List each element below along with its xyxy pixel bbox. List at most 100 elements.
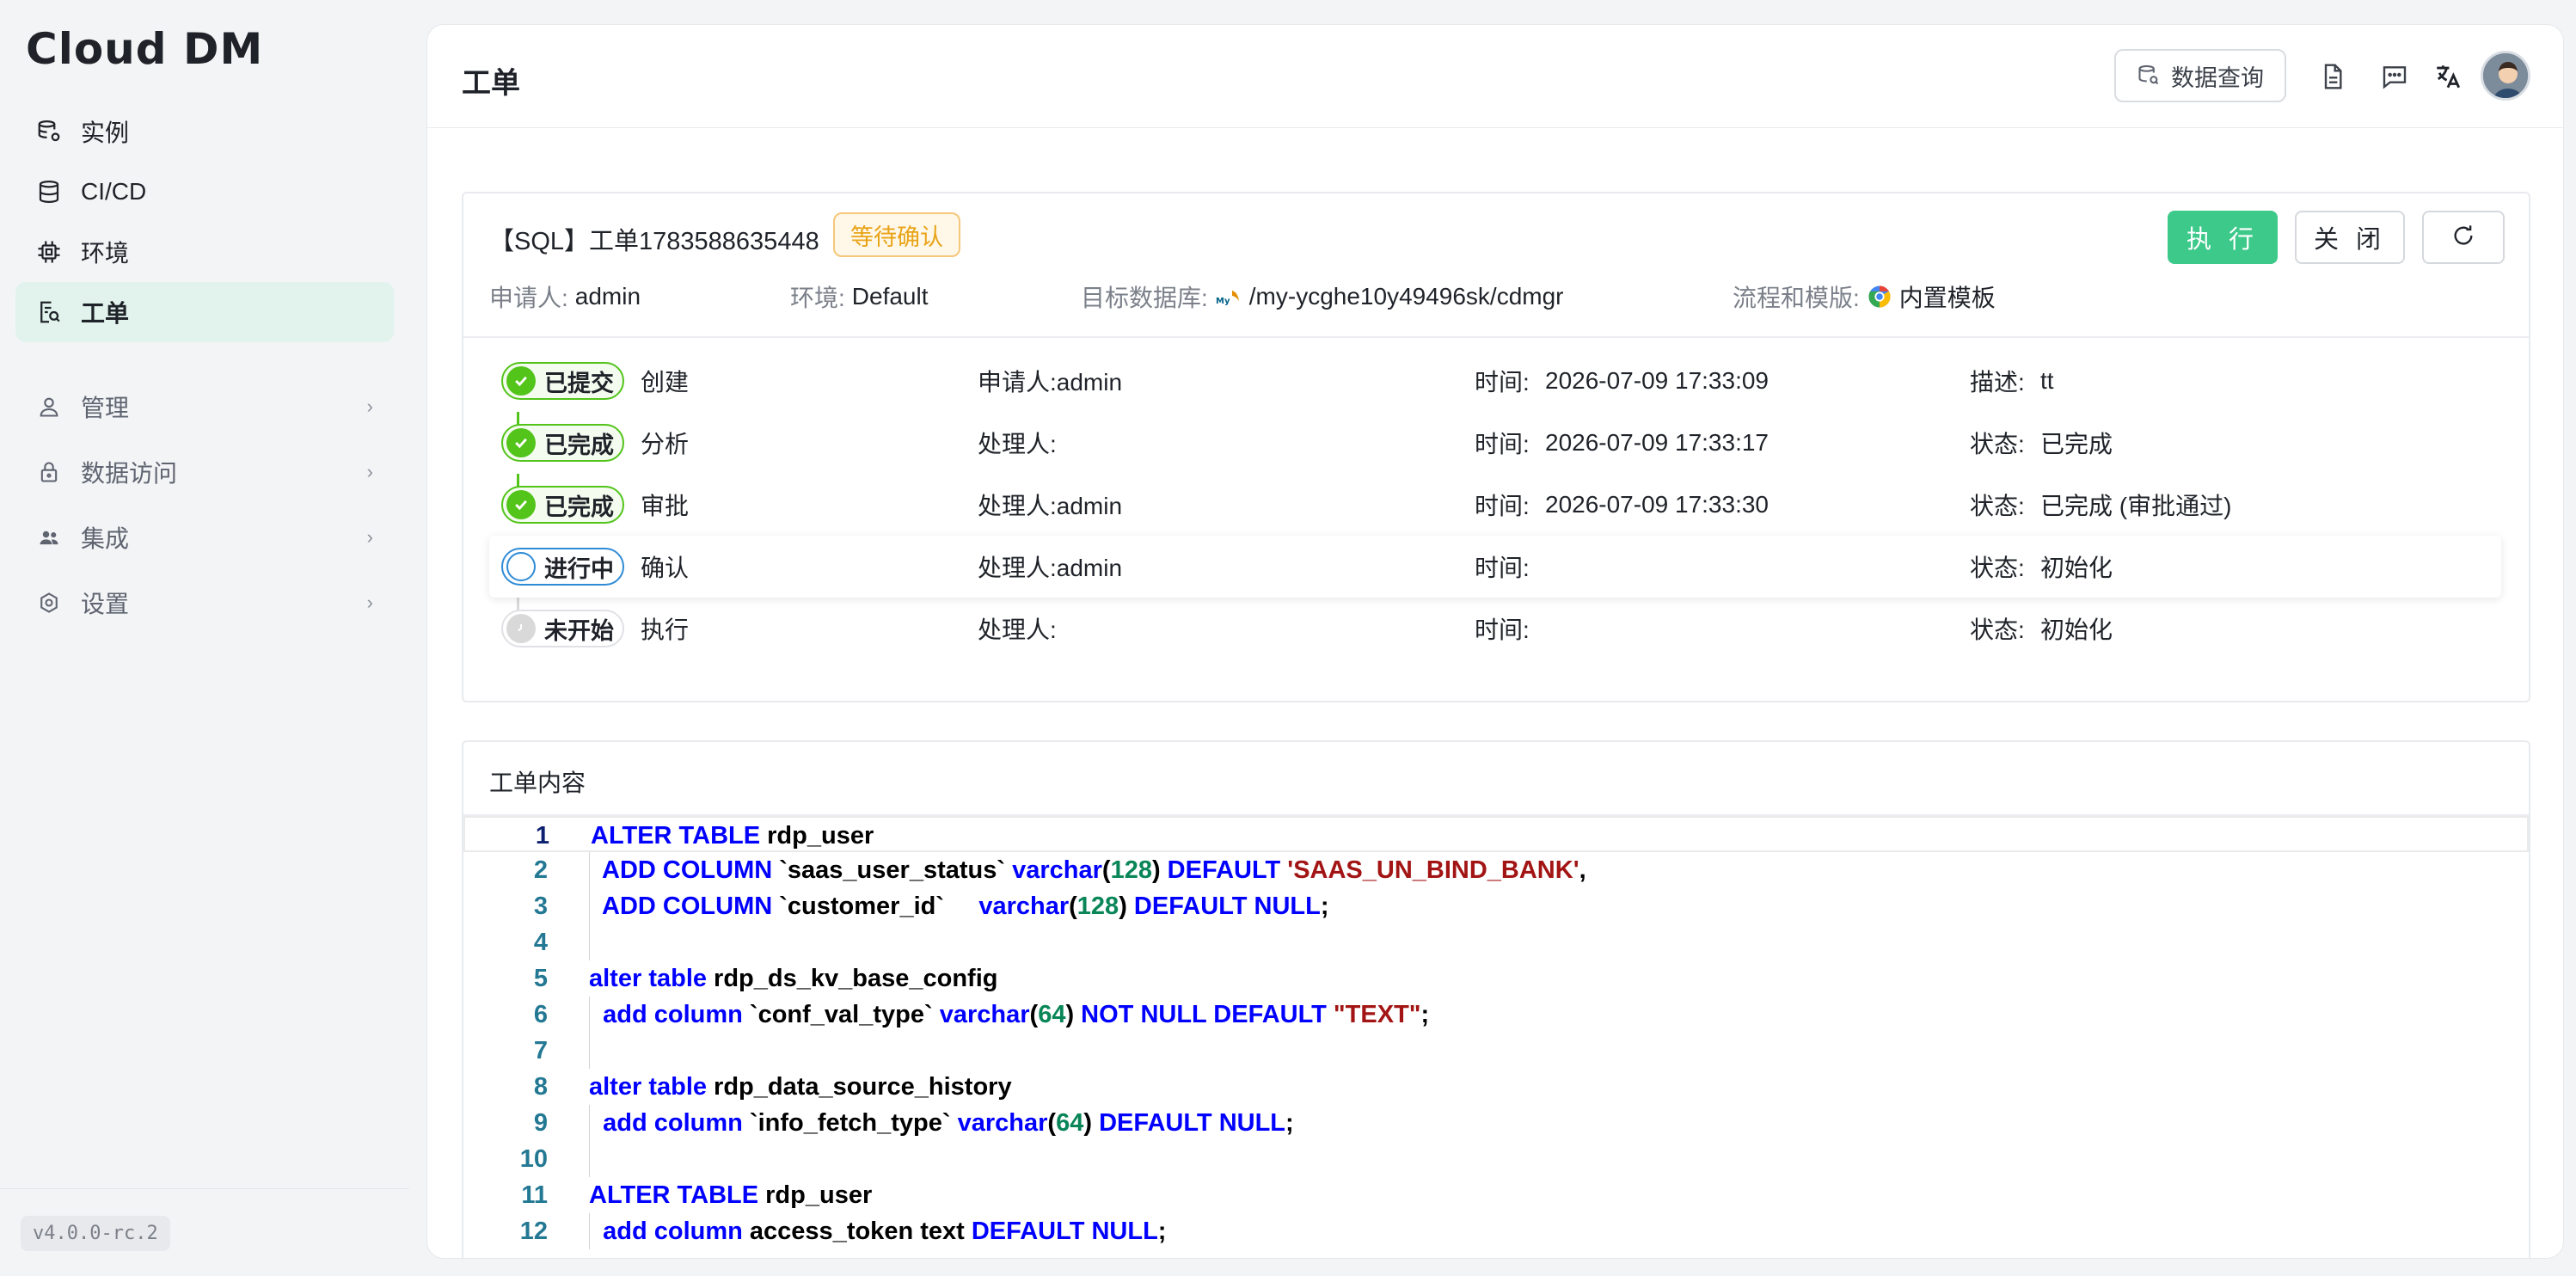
line-number: 11 xyxy=(521,1181,548,1209)
check-icon xyxy=(506,428,536,457)
step-name: 审批 xyxy=(641,493,690,519)
step-person: 处理人: xyxy=(978,617,1057,643)
step-info: tt xyxy=(2040,367,2054,394)
step-person: 处理人:admin xyxy=(978,493,1123,519)
code-line[interactable]: 1 ALTER TABLE rdp_user xyxy=(463,816,2529,852)
step-status-pill: 已完成 xyxy=(501,486,624,524)
sidebar-group-label: 集成 xyxy=(81,525,130,552)
close-button[interactable]: 关 闭 xyxy=(2295,211,2405,264)
code-line[interactable]: 4 xyxy=(463,924,2529,960)
chevron-right-icon: › xyxy=(366,592,373,613)
step-status-pill: 已完成 xyxy=(501,424,624,462)
step-time-label: 时间: xyxy=(1475,431,1530,457)
data-query-button[interactable]: 数据查询 xyxy=(2114,49,2286,102)
flow-value[interactable]: 内置模板 xyxy=(1899,279,1996,314)
content-title: 工单内容 xyxy=(489,770,586,796)
sidebar-item-cicd[interactable]: CI/CD xyxy=(15,162,394,222)
line-number: 8 xyxy=(533,1073,548,1101)
code-line[interactable]: 10 xyxy=(463,1141,2529,1177)
sidebar-item-label: 环境 xyxy=(81,240,130,267)
step-time-label: 时间: xyxy=(1475,617,1530,643)
execute-button[interactable]: 执 行 xyxy=(2168,211,2278,264)
env-label: 环境: xyxy=(790,285,845,311)
refresh-icon xyxy=(2451,224,2475,252)
line-number: 7 xyxy=(533,1037,548,1064)
sidebar-group-integration[interactable]: 集成 › xyxy=(15,507,394,567)
step-person: 申请人:admin xyxy=(978,369,1123,396)
step-status-label: 已提交 xyxy=(544,370,614,396)
refresh-button[interactable] xyxy=(2422,211,2505,264)
step-info-label: 状态: xyxy=(1970,431,2025,457)
indent-guide xyxy=(589,924,590,960)
step-time-label: 时间: xyxy=(1475,555,1530,581)
flow-label: 流程和模版: xyxy=(1733,285,1860,311)
code-line[interactable]: 11 ALTER TABLE rdp_user xyxy=(463,1177,2529,1213)
line-number: 1 xyxy=(535,822,549,850)
target-db-meta: 目标数据库: My /my-ycghe10y49496sk/cdmgr xyxy=(1081,279,1564,314)
step-time: 2026-07-09 17:33:17 xyxy=(1545,429,1769,456)
step-person: 处理人: xyxy=(978,431,1057,457)
sidebar: Cloud DM 实例 CI/CD 环境 工单 管理 › 数据访问 › 集成 ›… xyxy=(0,0,409,1276)
chevron-right-icon: › xyxy=(366,526,373,548)
sidebar-group-label: 数据访问 xyxy=(81,460,178,487)
ticket-title: 【SQL】工单1783588635448 xyxy=(489,228,819,255)
step-name: 确认 xyxy=(641,555,690,581)
card-divider xyxy=(463,336,2529,338)
code-text: ADD COLUMN `customer_id` varchar(128) DE… xyxy=(602,893,1329,920)
database-settings-icon xyxy=(34,117,64,146)
step-status-pill: 未开始 xyxy=(501,610,624,647)
sidebar-divider xyxy=(0,1188,409,1189)
status-badge: 等待确认 xyxy=(833,212,960,257)
flow-meta: 流程和模版: 内置模板 xyxy=(1733,279,1996,314)
code-line[interactable]: 2 ADD COLUMN `saas_user_status` varchar(… xyxy=(463,852,2529,888)
app-logo: Cloud DM xyxy=(26,24,264,74)
lock-icon xyxy=(34,457,64,487)
code-text: ALTER TABLE rdp_user xyxy=(589,1181,873,1209)
avatar[interactable] xyxy=(2481,51,2530,101)
translate-icon[interactable] xyxy=(2431,59,2465,94)
sidebar-group-label: 管理 xyxy=(81,395,130,421)
step-row: 已完成 审批 处理人:admin 时间: 2026-07-09 17:33:30… xyxy=(489,474,2501,536)
code-line[interactable]: 12 add column access_token text DEFAULT … xyxy=(463,1213,2529,1249)
sidebar-group-data-access[interactable]: 数据访问 › xyxy=(15,442,394,502)
step-status-label: 已完成 xyxy=(544,432,614,458)
version-badge: v4.0.0-rc.2 xyxy=(21,1216,170,1251)
step-time-label: 时间: xyxy=(1475,369,1530,396)
code-line[interactable]: 3 ADD COLUMN `customer_id` varchar(128) … xyxy=(463,888,2529,924)
line-number: 2 xyxy=(533,856,548,884)
code-line[interactable]: 9 add column `info_fetch_type` varchar(6… xyxy=(463,1105,2529,1141)
code-line[interactable]: 5 alter table rdp_ds_kv_base_config xyxy=(463,960,2529,997)
target-db-label: 目标数据库: xyxy=(1081,285,1208,311)
indent-guide xyxy=(589,1141,590,1177)
step-time-label: 时间: xyxy=(1475,493,1530,519)
step-info: 初始化 xyxy=(2040,555,2113,581)
flow-template-icon xyxy=(1867,284,1892,310)
document-icon[interactable] xyxy=(2315,59,2350,94)
sql-code-editor[interactable]: 1 ALTER TABLE rdp_user 2 ADD COLUMN `saas_… xyxy=(463,816,2529,1249)
line-number: 12 xyxy=(519,1218,548,1245)
code-line[interactable]: 7 xyxy=(463,1033,2529,1069)
sidebar-item-label: 工单 xyxy=(81,300,130,327)
code-line[interactable]: 8 alter table rdp_data_source_history xyxy=(463,1069,2529,1105)
sidebar-item-instances[interactable]: 实例 xyxy=(15,101,394,162)
database-search-icon xyxy=(2137,64,2161,88)
step-info: 初始化 xyxy=(2040,617,2113,643)
in-progress-icon xyxy=(506,552,536,581)
step-info-label: 状态: xyxy=(1970,493,2025,519)
sidebar-item-environment[interactable]: 环境 xyxy=(15,222,394,282)
step-person: 处理人:admin xyxy=(978,555,1123,581)
step-info-label: 描述: xyxy=(1970,369,2025,396)
sidebar-item-label: 实例 xyxy=(81,120,130,146)
step-name: 创建 xyxy=(641,369,690,396)
step-status-pill: 进行中 xyxy=(501,548,624,586)
database-icon xyxy=(34,177,64,206)
sidebar-group-manage[interactable]: 管理 › xyxy=(15,377,394,437)
step-time: 2026-07-09 17:33:09 xyxy=(1545,367,1769,394)
sidebar-item-tickets[interactable]: 工单 xyxy=(15,282,394,342)
step-row: 已完成 分析 处理人: 时间: 2026-07-09 17:33:17 状态: … xyxy=(489,412,2501,474)
sidebar-group-settings[interactable]: 设置 › xyxy=(15,573,394,633)
target-db-value[interactable]: /my-ycghe10y49496sk/cdmgr xyxy=(1249,283,1564,310)
step-name: 分析 xyxy=(641,431,690,457)
chat-icon[interactable] xyxy=(2377,59,2412,94)
code-line[interactable]: 6 add column `conf_val_type` varchar(64)… xyxy=(463,997,2529,1033)
